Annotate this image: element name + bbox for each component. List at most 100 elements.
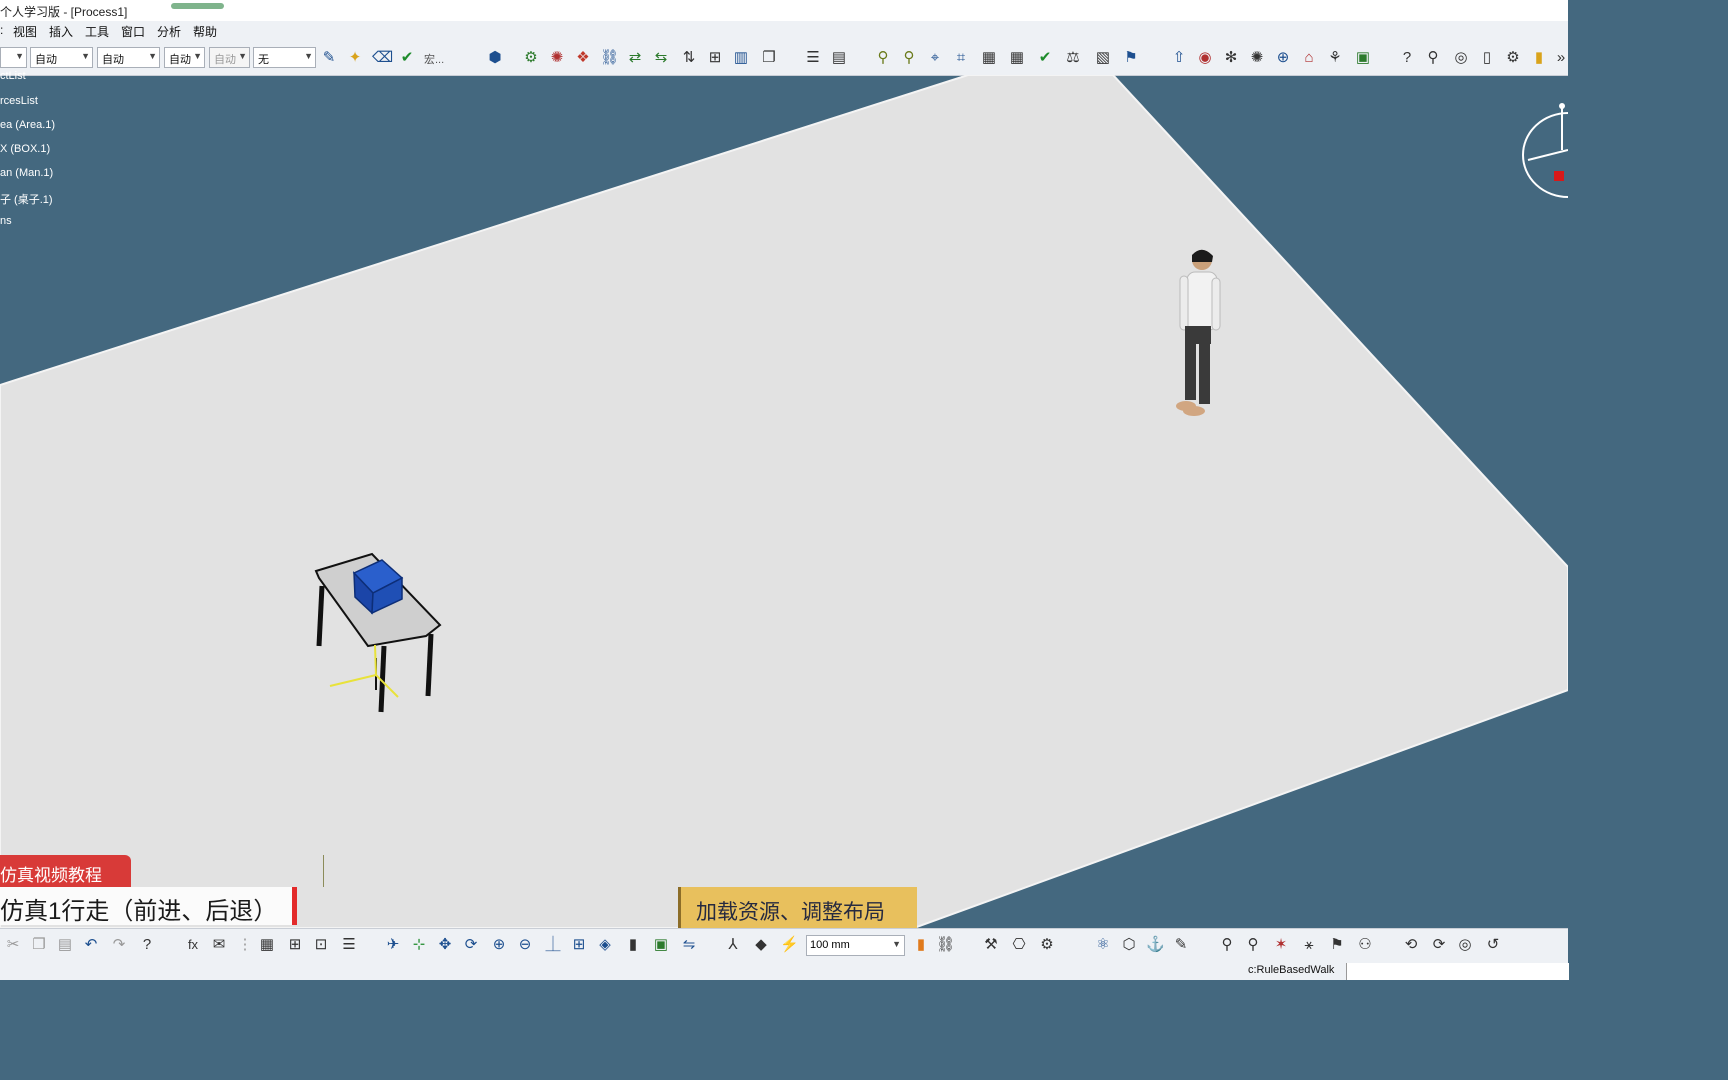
cut-icon[interactable]: ✂	[4, 936, 22, 954]
hierarchy-icon[interactable]: ⊞	[286, 936, 304, 954]
layer-combo[interactable]: 自动 ▼	[209, 47, 250, 68]
frame-icon[interactable]: ⊞	[706, 49, 724, 67]
clash-icon[interactable]: ⚒	[982, 936, 1000, 954]
render-icon[interactable]: ▮	[624, 936, 642, 954]
resource-icon[interactable]: ✺	[548, 49, 566, 67]
chart-icon[interactable]: ▥	[732, 49, 750, 67]
window-icon[interactable]: ❐	[760, 49, 778, 67]
whats-this-icon[interactable]: ?	[138, 936, 156, 954]
multi-view-icon[interactable]: ⊞	[570, 936, 588, 954]
gear-tree-icon[interactable]: ⚙	[522, 49, 540, 67]
tree-item-box[interactable]: X (BOX.1)	[0, 143, 50, 155]
step-size-combo[interactable]: 100 mm ▼	[806, 935, 905, 956]
formula-icon[interactable]: fx	[184, 936, 202, 954]
record-icon[interactable]: ⟳	[1430, 936, 1448, 954]
color-combo[interactable]: 自动 ▼	[30, 47, 93, 68]
zoom-out-icon[interactable]: ⊖	[516, 936, 534, 954]
pan-icon[interactable]: ✥	[436, 936, 454, 954]
paste-icon[interactable]: ▤	[56, 936, 74, 954]
measure-icon[interactable]: ⚡	[780, 936, 799, 954]
undo-icon[interactable]: ↶	[82, 936, 100, 954]
menu-view[interactable]: 视图	[13, 23, 37, 40]
simulation-icon[interactable]: ⚛	[1094, 936, 1112, 954]
grid-icon[interactable]: ▦	[980, 49, 998, 67]
highlight-icon[interactable]: ✦	[346, 49, 364, 67]
menu-help[interactable]: 帮助	[193, 23, 217, 40]
fit-all-icon[interactable]: ⊹	[410, 936, 428, 954]
copy-icon[interactable]: ❐	[30, 936, 48, 954]
iso-view-icon[interactable]: ◈	[596, 936, 614, 954]
move-icon[interactable]: ⚲	[900, 49, 918, 67]
flow-icon[interactable]: ⇄	[626, 49, 644, 67]
tree-item-area[interactable]: ea (Area.1)	[0, 119, 55, 131]
ergonomics-icon[interactable]: ⌂	[1300, 49, 1318, 67]
report-icon[interactable]: ▧	[1094, 49, 1112, 67]
linetype-combo[interactable]: 自动 ▼	[97, 47, 160, 68]
link-icon[interactable]: ⛓	[600, 49, 619, 67]
pick-place-icon[interactable]: ⚹	[1300, 936, 1318, 954]
reach-icon[interactable]: ✺	[1248, 49, 1266, 67]
section-icon[interactable]: ⎔	[1010, 936, 1028, 954]
lock-icon[interactable]: ⊡	[312, 936, 330, 954]
knowledge-icon[interactable]: ⋮	[236, 936, 254, 954]
tree-item-resources-list[interactable]: rcesList	[0, 95, 38, 107]
comment-icon[interactable]: ✉	[210, 936, 228, 954]
tag-icon[interactable]: ▮	[1530, 49, 1548, 67]
person-arrow-icon[interactable]: ⚲	[1424, 49, 1442, 67]
style-combo[interactable]: 无 ▼	[253, 47, 316, 68]
command-input[interactable]	[1346, 963, 1569, 980]
table-grid-icon[interactable]: ▦	[258, 936, 276, 954]
paintbrush-icon[interactable]: ✎	[320, 49, 338, 67]
tree-item-man[interactable]: an (Man.1)	[0, 167, 53, 179]
rotate-icon[interactable]: ⟳	[462, 936, 480, 954]
assign-icon[interactable]: ❖	[574, 49, 592, 67]
product-icon[interactable]: ⬢	[486, 49, 504, 67]
walk-forward-icon[interactable]: ⚲	[1218, 936, 1236, 954]
tree-item-product-list[interactable]: ctList	[0, 70, 26, 82]
distance-icon[interactable]: ⚙	[1038, 936, 1056, 954]
pose-icon[interactable]: ✶	[1272, 936, 1290, 954]
zoom-body-icon[interactable]: ⊕	[1274, 49, 1292, 67]
view-icon[interactable]: ◎	[1456, 936, 1474, 954]
image-icon[interactable]: ▣	[1354, 49, 1372, 67]
attach-icon[interactable]: ✎	[1172, 936, 1190, 954]
vision-icon[interactable]: ◉	[1196, 49, 1214, 67]
up-icon[interactable]: ⇧	[1170, 49, 1188, 67]
validate-icon[interactable]: ✔	[1036, 49, 1054, 67]
axis-icon[interactable]: ⅄	[724, 936, 742, 954]
cube-icon[interactable]: ⬡	[1120, 936, 1138, 954]
zoom-in-icon[interactable]: ⊕	[490, 936, 508, 954]
posture-icon[interactable]: ✻	[1222, 49, 1240, 67]
link-tool-icon[interactable]: ⛓	[936, 936, 955, 954]
pick-icon[interactable]: ⌖	[926, 49, 944, 67]
menu-insert[interactable]: 插入	[49, 23, 73, 40]
checkmark-icon[interactable]: ✔	[398, 49, 416, 67]
compass-icon[interactable]	[1522, 103, 1568, 198]
swap-icon[interactable]: ⇋	[680, 936, 698, 954]
fly-icon[interactable]: ✈	[384, 936, 402, 954]
grid2-icon[interactable]: ▦	[1008, 49, 1026, 67]
tree-item-table[interactable]: 子 (桌子.1)	[0, 191, 53, 207]
color-swatch-icon[interactable]: ▮	[912, 936, 930, 954]
normal-view-icon[interactable]: ⏊	[544, 936, 562, 954]
hide-show-icon[interactable]: ▣	[652, 936, 670, 954]
table-icon[interactable]: ☰	[804, 49, 822, 67]
analysis-icon[interactable]: ⚖	[1064, 49, 1082, 67]
tree-item-applications[interactable]: ns	[0, 215, 12, 227]
group-icon[interactable]: ⚇	[1356, 936, 1374, 954]
eraser-icon[interactable]: ⌫	[372, 49, 393, 67]
menu-analysis[interactable]: 分析	[157, 23, 181, 40]
menu-tools[interactable]: 工具	[85, 23, 109, 40]
macro-label[interactable]: 宏...	[424, 51, 444, 67]
eye-icon[interactable]: ◎	[1452, 49, 1470, 67]
move-to-icon[interactable]: ⚑	[1328, 936, 1346, 954]
menu-window[interactable]: 窗口	[121, 23, 145, 40]
flag-icon[interactable]: ⚑	[1122, 49, 1140, 67]
place-icon[interactable]: ⌗	[952, 49, 970, 67]
document-icon[interactable]: ▤	[830, 49, 848, 67]
lift-icon[interactable]: ⚘	[1326, 49, 1344, 67]
3d-viewport[interactable]	[0, 75, 1568, 928]
sort-icon[interactable]: ⇅	[680, 49, 698, 67]
lineweight-combo[interactable]: 自动 ▼	[164, 47, 205, 68]
anchor-icon[interactable]: ⚓	[1146, 936, 1165, 954]
